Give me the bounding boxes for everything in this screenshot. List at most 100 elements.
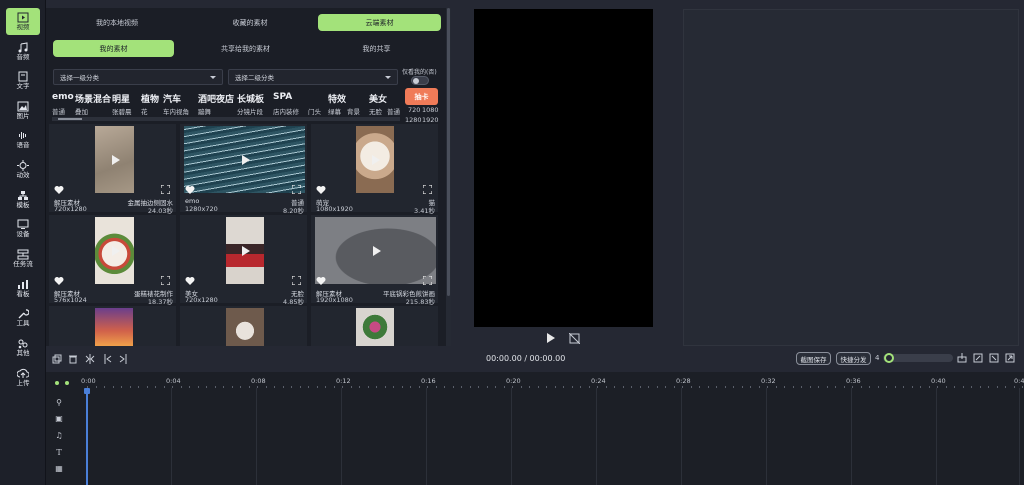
- quick-share-button[interactable]: 快捷分发: [836, 352, 871, 365]
- video-preview[interactable]: [474, 9, 653, 327]
- playhead[interactable]: [86, 388, 88, 485]
- favorite-heart-icon[interactable]: [185, 185, 195, 195]
- resolution-720[interactable]: 720: [408, 106, 420, 114]
- resolution-1080[interactable]: 1080: [422, 106, 439, 114]
- favorite-heart-icon[interactable]: [185, 276, 195, 286]
- play-icon[interactable]: [111, 245, 120, 256]
- media-thumbnail[interactable]: [95, 308, 133, 346]
- secondary-category-select[interactable]: 选择二级分类: [228, 69, 398, 85]
- category-great-wall[interactable]: 长城板: [237, 92, 264, 105]
- subcategory[interactable]: 蹦舞: [198, 106, 211, 116]
- media-card[interactable]: 解压素材 1920x1080 平底锅彩色煎饼画 215.83秒: [311, 215, 438, 306]
- subcategory[interactable]: 店内装修: [273, 106, 299, 116]
- subcategory[interactable]: 无脸: [369, 106, 382, 116]
- tab-my-assets[interactable]: 我的素材: [53, 40, 174, 57]
- favorite-heart-icon[interactable]: [316, 276, 326, 286]
- tab-local-videos[interactable]: 我的本地视频: [52, 14, 182, 31]
- expand-icon[interactable]: [292, 276, 301, 285]
- split-icon[interactable]: [85, 354, 95, 364]
- tab-cloud-assets[interactable]: 云端素材: [318, 14, 441, 31]
- tab-my-shares[interactable]: 我的共享: [316, 40, 437, 57]
- category-bar-nightclub[interactable]: 酒吧夜店: [198, 92, 234, 105]
- category-scene-mix[interactable]: 场景混合: [75, 92, 111, 105]
- media-card[interactable]: 解压素材 576x1024 蛋糕裱花制作 18.37秒: [49, 215, 176, 306]
- subcategory[interactable]: 分镜片段: [237, 106, 263, 116]
- trim-left-icon[interactable]: [102, 354, 112, 364]
- subcategory[interactable]: 张碧晨: [112, 106, 132, 116]
- subcategory[interactable]: 背景: [347, 106, 360, 116]
- sidebar-item[interactable]: 工具: [6, 304, 40, 331]
- media-card[interactable]: emo 1280x720 普通 8.20秒: [180, 124, 307, 215]
- expand-icon[interactable]: [292, 185, 301, 194]
- sidebar-item[interactable]: 模板: [6, 186, 40, 213]
- sidebar-item[interactable]: 上传: [6, 364, 40, 391]
- no-crop-icon[interactable]: [569, 333, 580, 344]
- screenshot-save-button[interactable]: 截图保存: [796, 352, 831, 365]
- primary-category-select[interactable]: 选择一级分类: [53, 69, 223, 85]
- only-mine-toggle[interactable]: [411, 76, 429, 85]
- trim-right-icon[interactable]: [119, 354, 129, 364]
- library-scrollbar-thumb[interactable]: [447, 8, 450, 296]
- category-scrollbar[interactable]: [52, 117, 400, 121]
- subcategory[interactable]: 绿幕: [328, 106, 341, 116]
- expand-icon[interactable]: [161, 185, 170, 194]
- media-card[interactable]: 美女 720x1280 无脸 4.85秒: [180, 215, 307, 306]
- media-card[interactable]: [311, 306, 438, 346]
- play-icon[interactable]: [111, 154, 120, 165]
- tab-favorites[interactable]: 收藏的素材: [185, 14, 315, 31]
- zoom-slider[interactable]: [883, 353, 953, 363]
- media-card[interactable]: [180, 306, 307, 346]
- sidebar-item[interactable]: 文字: [6, 67, 40, 94]
- tab-shared-with-me[interactable]: 共享给我的素材: [185, 40, 306, 57]
- subcategory[interactable]: 普通: [52, 106, 65, 116]
- sidebar-item[interactable]: 看板: [6, 275, 40, 302]
- play-icon[interactable]: [547, 333, 555, 343]
- media-card[interactable]: [49, 306, 176, 346]
- media-card[interactable]: 解压素材 720x1280 金属抽边侧固水 24.03秒: [49, 124, 176, 215]
- export-icon[interactable]: [957, 353, 967, 363]
- media-thumbnail[interactable]: [226, 308, 264, 346]
- category-effects[interactable]: 特效: [328, 92, 346, 105]
- favorite-heart-icon[interactable]: [54, 276, 64, 286]
- sidebar-item[interactable]: 语音: [6, 126, 40, 153]
- expand-icon[interactable]: [423, 185, 432, 194]
- sidebar-item[interactable]: 音频: [6, 38, 40, 65]
- subcategory[interactable]: 叠加: [75, 106, 88, 116]
- playhead-handle[interactable]: [84, 388, 90, 394]
- favorite-heart-icon[interactable]: [316, 185, 326, 195]
- subcategory[interactable]: 普通: [387, 106, 400, 116]
- category-spa[interactable]: SPA: [273, 92, 292, 102]
- copy-icon[interactable]: [52, 354, 62, 364]
- category-plant[interactable]: 植物: [141, 92, 159, 105]
- sidebar-item[interactable]: 设备: [6, 215, 40, 242]
- expand-icon[interactable]: [423, 276, 432, 285]
- play-icon[interactable]: [242, 245, 250, 256]
- category-celebrity[interactable]: 明星: [112, 92, 130, 105]
- subcategory[interactable]: 门头: [308, 106, 321, 116]
- category-car[interactable]: 汽车: [163, 92, 181, 105]
- timeline-ruler[interactable]: [74, 372, 1024, 392]
- resolution-1920[interactable]: 1920: [422, 116, 439, 124]
- category-emo[interactable]: emo: [52, 92, 74, 102]
- sidebar-item[interactable]: 任务流: [6, 245, 40, 272]
- media-card[interactable]: 萌宠 1080x1920 猫 3.41秒: [311, 124, 438, 215]
- search-icon[interactable]: ⚲: [54, 398, 64, 407]
- play-icon[interactable]: [372, 245, 381, 256]
- favorite-heart-icon[interactable]: [54, 185, 64, 195]
- fullscreen-icon[interactable]: [1005, 353, 1015, 363]
- draw-card-button[interactable]: 抽卡: [405, 88, 438, 105]
- play-icon[interactable]: [241, 154, 250, 165]
- delete-icon[interactable]: [68, 354, 78, 364]
- category-beauty[interactable]: 美女: [369, 92, 387, 105]
- sidebar-item[interactable]: 动效: [6, 156, 40, 183]
- resolution-1280[interactable]: 1280: [405, 116, 422, 124]
- play-icon[interactable]: [372, 154, 380, 165]
- subcategory[interactable]: 花: [141, 106, 148, 116]
- share-icon[interactable]: [973, 353, 983, 363]
- subcategory[interactable]: 车内视角: [163, 106, 189, 116]
- sidebar-item[interactable]: 视频: [6, 8, 40, 35]
- sidebar-item[interactable]: 图片: [6, 97, 40, 124]
- expand-icon[interactable]: [161, 276, 170, 285]
- import-icon[interactable]: [989, 353, 999, 363]
- sidebar-item[interactable]: 其他: [6, 334, 40, 361]
